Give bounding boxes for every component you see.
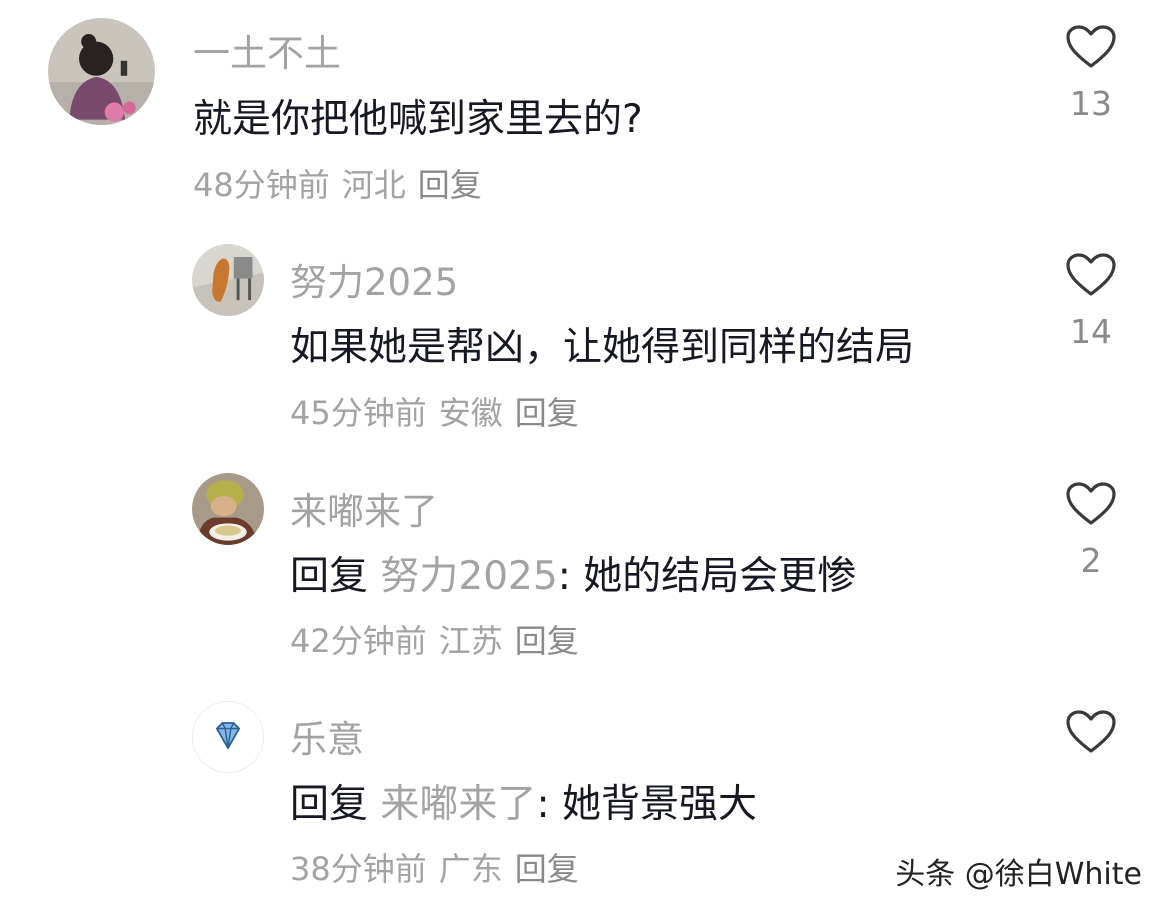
like-count: 14 xyxy=(1070,312,1112,351)
like-button[interactable]: 2 xyxy=(1063,481,1119,580)
reply-prefix: 回复 xyxy=(290,782,369,827)
like-count: 2 xyxy=(1080,541,1102,580)
comment-text-body: : 她的结局会更惨 xyxy=(557,554,857,599)
avatar[interactable] xyxy=(192,244,264,316)
comment-text: 回复 来嘟来了: 她背景强大 xyxy=(290,773,757,829)
comment-location: 安徽 xyxy=(438,394,503,432)
like-count: 13 xyxy=(1070,84,1112,123)
comment-text: 如果她是帮凶，让她得到同样的结局 xyxy=(290,325,915,370)
comment-time: 45分钟前 xyxy=(290,394,427,432)
comment-username[interactable]: 来嘟来了 xyxy=(290,481,438,535)
comment-meta: 38分钟前 广东 回复 xyxy=(290,844,591,890)
comment-meta: 45分钟前 安徽 回复 xyxy=(290,388,591,434)
reply-button[interactable]: 回复 xyxy=(515,394,579,432)
comment-username[interactable]: 乐意 xyxy=(290,709,364,763)
comment-text-body: : 她背景强大 xyxy=(536,782,757,827)
diamond-icon xyxy=(193,702,263,772)
reply-button[interactable]: 回复 xyxy=(515,850,579,888)
comment-meta: 42分钟前 江苏 回复 xyxy=(290,616,591,662)
avatar[interactable] xyxy=(192,701,264,773)
heart-outline-icon xyxy=(1066,253,1116,296)
watermark: 头条 @徐白White xyxy=(895,857,1142,892)
comment-username[interactable]: 一土不土 xyxy=(193,23,341,77)
like-button[interactable] xyxy=(1063,709,1119,769)
reply-prefix: 回复 xyxy=(290,554,369,599)
heart-outline-icon xyxy=(1066,710,1116,753)
heart-outline-icon xyxy=(1066,482,1116,525)
comment-location: 江苏 xyxy=(438,622,503,660)
comment-location: 广东 xyxy=(438,850,503,888)
like-button[interactable]: 13 xyxy=(1063,24,1119,123)
mention-link[interactable]: 努力2025 xyxy=(380,554,557,599)
avatar[interactable] xyxy=(48,18,155,125)
comment-location: 河北 xyxy=(341,166,406,204)
comment-username[interactable]: 努力2025 xyxy=(290,252,458,306)
comment-meta: 48分钟前 河北 回复 xyxy=(193,160,494,206)
comment-time: 48分钟前 xyxy=(193,166,330,204)
like-button[interactable]: 14 xyxy=(1063,252,1119,351)
reply-button[interactable]: 回复 xyxy=(418,166,482,204)
comment-text: 就是你把他喊到家里去的? xyxy=(193,97,643,142)
heart-outline-icon xyxy=(1066,25,1116,68)
mention-link[interactable]: 来嘟来了 xyxy=(380,782,536,827)
comment-text: 回复 努力2025: 她的结局会更惨 xyxy=(290,545,856,601)
avatar[interactable] xyxy=(192,473,264,545)
reply-button[interactable]: 回复 xyxy=(515,622,579,660)
comment-time: 38分钟前 xyxy=(290,850,427,888)
comment-time: 42分钟前 xyxy=(290,622,427,660)
